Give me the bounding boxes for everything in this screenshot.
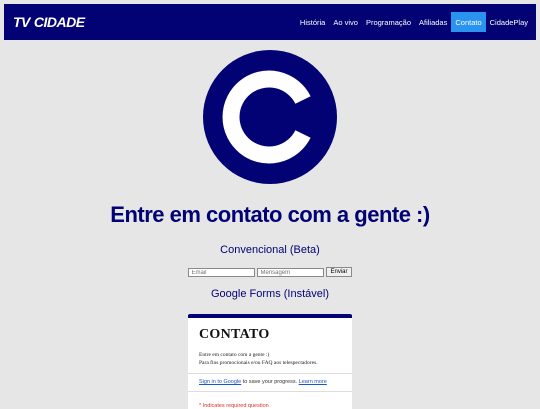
email-input[interactable] bbox=[188, 268, 256, 277]
divider bbox=[188, 373, 352, 374]
send-button[interactable]: Enviar bbox=[326, 267, 352, 277]
brand-prefix: TV bbox=[13, 14, 30, 30]
nav-item-cidadeplay[interactable]: CidadePlay bbox=[486, 12, 532, 32]
google-form-card: CONTATO Entre em contato com a gente :) … bbox=[188, 314, 352, 409]
sign-in-link[interactable]: Sign in to Google bbox=[199, 379, 241, 385]
message-input[interactable] bbox=[257, 268, 325, 277]
nav-menu: História Ao vivo Programação Afiliadas C… bbox=[296, 12, 532, 32]
nav-item-ao-vivo[interactable]: Ao vivo bbox=[329, 12, 362, 32]
navbar: TV CIDADE História Ao vivo Programação A… bbox=[4, 4, 536, 40]
google-form-description: Entre em contato com a gente :) Para fin… bbox=[199, 351, 352, 367]
google-form-desc-line1: Entre em contato com a gente :) bbox=[199, 352, 270, 358]
nav-item-afiliadas[interactable]: Afiliadas bbox=[415, 12, 451, 32]
letter-c-circle-logo-icon bbox=[203, 50, 337, 184]
contact-form: Enviar bbox=[0, 267, 540, 277]
google-forms-heading: Google Forms (Instável) bbox=[211, 288, 329, 300]
signin-text: to save your progress. bbox=[241, 379, 299, 385]
nav-item-programacao[interactable]: Programação bbox=[362, 12, 415, 32]
nav-item-historia[interactable]: História bbox=[296, 12, 329, 32]
divider bbox=[188, 391, 352, 392]
google-form-desc-line2: Para fins promocionais e/ou FAQ aos tele… bbox=[199, 360, 318, 366]
google-form-title: CONTATO bbox=[199, 327, 270, 342]
brand-logo[interactable]: TV CIDADE bbox=[13, 14, 85, 30]
conventional-heading: Convencional (Beta) bbox=[220, 244, 320, 256]
page-headline: Entre em contato com a gente :) bbox=[110, 202, 430, 227]
required-note: * Indicates required question bbox=[199, 403, 269, 409]
nav-item-contato[interactable]: Contato bbox=[451, 12, 486, 32]
brand-name: CIDADE bbox=[33, 14, 85, 30]
google-form-signin: Sign in to Google to save your progress.… bbox=[199, 379, 352, 385]
learn-more-link[interactable]: Learn more bbox=[299, 379, 327, 385]
